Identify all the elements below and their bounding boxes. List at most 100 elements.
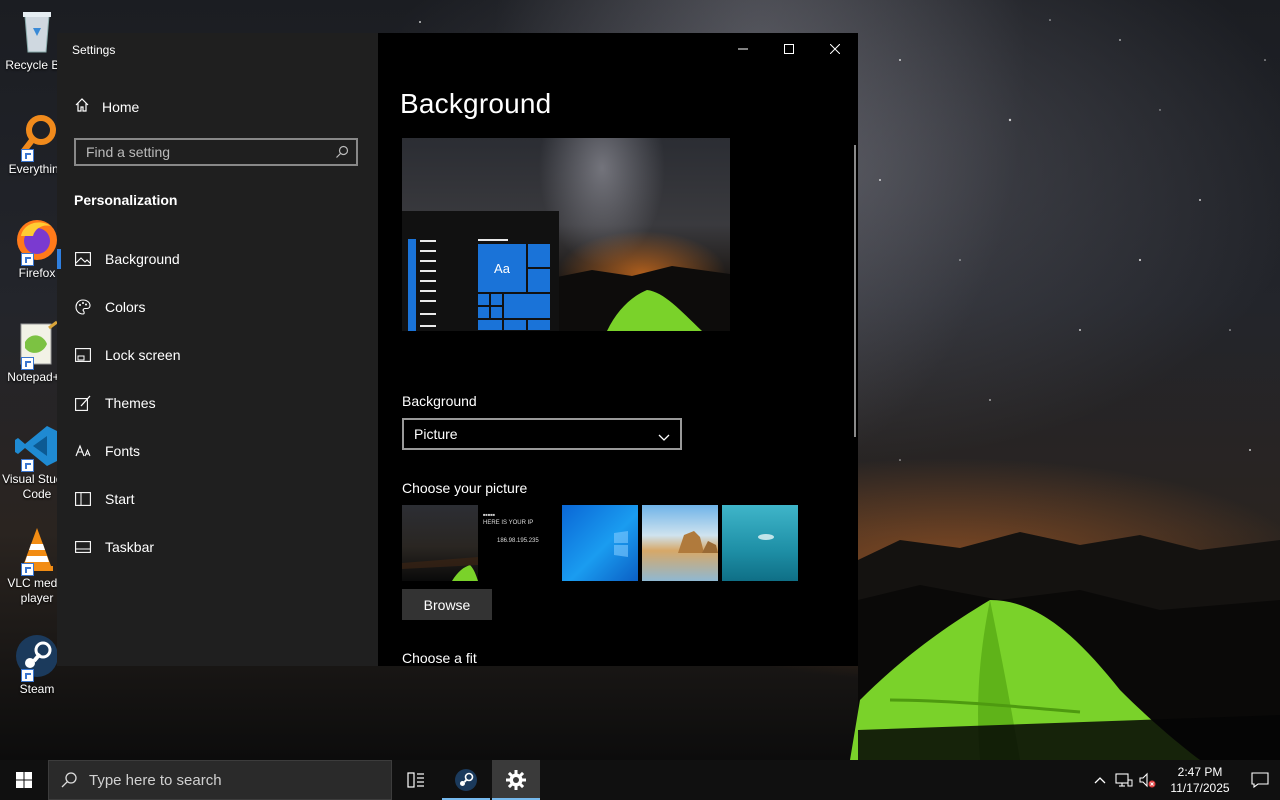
nav-item-taskbar[interactable]: Taskbar: [57, 523, 378, 571]
find-setting-input[interactable]: [76, 140, 346, 164]
preview-start-menu: Aa: [402, 211, 559, 331]
home-link[interactable]: Home: [74, 97, 139, 116]
search-icon[interactable]: [335, 145, 349, 164]
taskbar-clock[interactable]: 2:47 PM 11/17/2025: [1160, 764, 1240, 796]
task-view-button[interactable]: [392, 760, 440, 800]
shortcut-arrow-icon: [21, 563, 34, 576]
nav-item-lock-screen[interactable]: Lock screen: [57, 331, 378, 379]
notifications-button[interactable]: [1240, 760, 1280, 800]
minimize-button[interactable]: [720, 33, 766, 65]
picture-icon: [75, 251, 91, 267]
shortcut-arrow-icon: [21, 149, 34, 162]
preview-menu-line: [420, 300, 436, 302]
taskbar-search-placeholder: Type here to search: [89, 772, 222, 789]
preview-menu-line: [420, 290, 436, 292]
vscode-icon: [13, 422, 61, 472]
chevron-up-icon: [1094, 777, 1106, 784]
home-label: Home: [102, 98, 140, 115]
network-button[interactable]: [1112, 760, 1136, 800]
choose-fit-label: Choose a fit: [402, 650, 477, 666]
settings-app-title: Settings: [72, 43, 116, 57]
nav-item-label: Colors: [105, 299, 146, 315]
notification-icon: [1251, 772, 1269, 788]
thumb-swimmer: [758, 534, 774, 540]
show-hidden-icons-button[interactable]: [1088, 760, 1112, 800]
picture-thumb-beach-rocks[interactable]: [642, 505, 718, 581]
picture-thumbnails: ■■■■■ HERE IS YOUR IP 186.98.195.235: [402, 505, 798, 581]
preview-tile: [478, 320, 502, 330]
preview-tile-aa: Aa: [478, 244, 526, 292]
choose-picture-label: Choose your picture: [402, 480, 528, 496]
nav-item-label: Fonts: [105, 443, 141, 459]
taskbar-steam-button[interactable]: [442, 760, 490, 800]
steam-icon: [455, 769, 477, 791]
window-controls: [720, 33, 858, 65]
close-icon: [830, 44, 840, 54]
nav-item-colors[interactable]: Colors: [57, 283, 378, 331]
preview-menu-line: [420, 325, 436, 327]
system-tray: 2:47 PM 11/17/2025: [1088, 760, 1280, 800]
nav-item-themes[interactable]: Themes: [57, 379, 378, 427]
nav-item-fonts[interactable]: Fonts: [57, 427, 378, 475]
nav-item-label: Background: [105, 251, 180, 267]
vlc-cone-icon: [13, 526, 61, 576]
nav-item-start[interactable]: Start: [57, 475, 378, 523]
everything-search-icon: [13, 112, 61, 162]
maximize-button[interactable]: [766, 33, 812, 65]
preview-tile: [504, 294, 550, 318]
picture-thumb-windows-blue[interactable]: [562, 505, 638, 581]
windows-logo-icon: [16, 772, 32, 788]
nav-item-background[interactable]: Background: [57, 235, 378, 283]
desktop-icon-label: Steam: [19, 682, 55, 696]
settings-sidebar: Settings Home Personalization Background…: [57, 33, 378, 666]
volume-button[interactable]: [1136, 760, 1160, 800]
thumb-ip-value: 186.98.195.235: [497, 538, 539, 544]
content-scrollbar[interactable]: [854, 145, 856, 437]
gear-icon: [506, 770, 526, 790]
picture-thumb-underwater[interactable]: [722, 505, 798, 581]
preview-tile: [528, 269, 550, 292]
nav-item-label: Lock screen: [105, 347, 181, 363]
background-type-label: Background: [402, 393, 477, 409]
notepad-plus-plus-icon: [13, 320, 61, 370]
preview-menu-line: [420, 240, 436, 242]
page-title: Background: [400, 88, 552, 119]
close-button[interactable]: [812, 33, 858, 65]
picture-thumb-night-tent[interactable]: ■■■■■ HERE IS YOUR IP 186.98.195.235: [402, 505, 558, 581]
themes-icon: [75, 395, 91, 411]
nav-item-label: Start: [105, 491, 135, 507]
preview-menu-line: [420, 313, 436, 315]
start-button[interactable]: [0, 760, 48, 800]
clock-date: 11/17/2025: [1170, 781, 1230, 795]
preview-menu-line: [420, 250, 436, 252]
settings-content: Background Aa Background Picture Choose …: [378, 33, 858, 666]
find-setting-search[interactable]: [74, 138, 358, 166]
taskbar-settings-button[interactable]: [492, 760, 540, 800]
firefox-icon: [13, 216, 61, 266]
start-icon: [75, 491, 91, 507]
shortcut-arrow-icon: [21, 357, 34, 370]
section-title: Personalization: [74, 192, 178, 208]
maximize-icon: [784, 44, 794, 54]
recycle-bin-icon: [13, 8, 61, 56]
shortcut-arrow-icon: [21, 669, 34, 682]
steam-icon: [13, 632, 61, 682]
taskbar: Type here to search 2:47 PM 11/17/2025: [0, 760, 1280, 800]
fonts-icon: [75, 443, 91, 459]
taskbar-search-box[interactable]: Type here to search: [48, 760, 392, 800]
personalization-nav: Background Colors Lock screen Themes Fon…: [57, 235, 378, 571]
windows-logo-icon: [614, 531, 628, 557]
background-type-dropdown[interactable]: Picture: [402, 418, 682, 450]
chevron-down-icon: [658, 429, 670, 445]
thumb-rocks: [678, 531, 718, 553]
preview-menu-line: [420, 270, 436, 272]
taskbar-icon: [75, 539, 91, 555]
minimize-icon: [738, 48, 748, 50]
preview-tile: [528, 244, 550, 267]
thumb-ip-heading: HERE IS YOUR IP: [483, 520, 534, 526]
preview-tile: [491, 294, 502, 305]
shortcut-arrow-icon: [21, 253, 34, 266]
background-preview: Aa: [402, 138, 730, 331]
preview-tile: [504, 320, 526, 330]
browse-button[interactable]: Browse: [402, 589, 492, 620]
